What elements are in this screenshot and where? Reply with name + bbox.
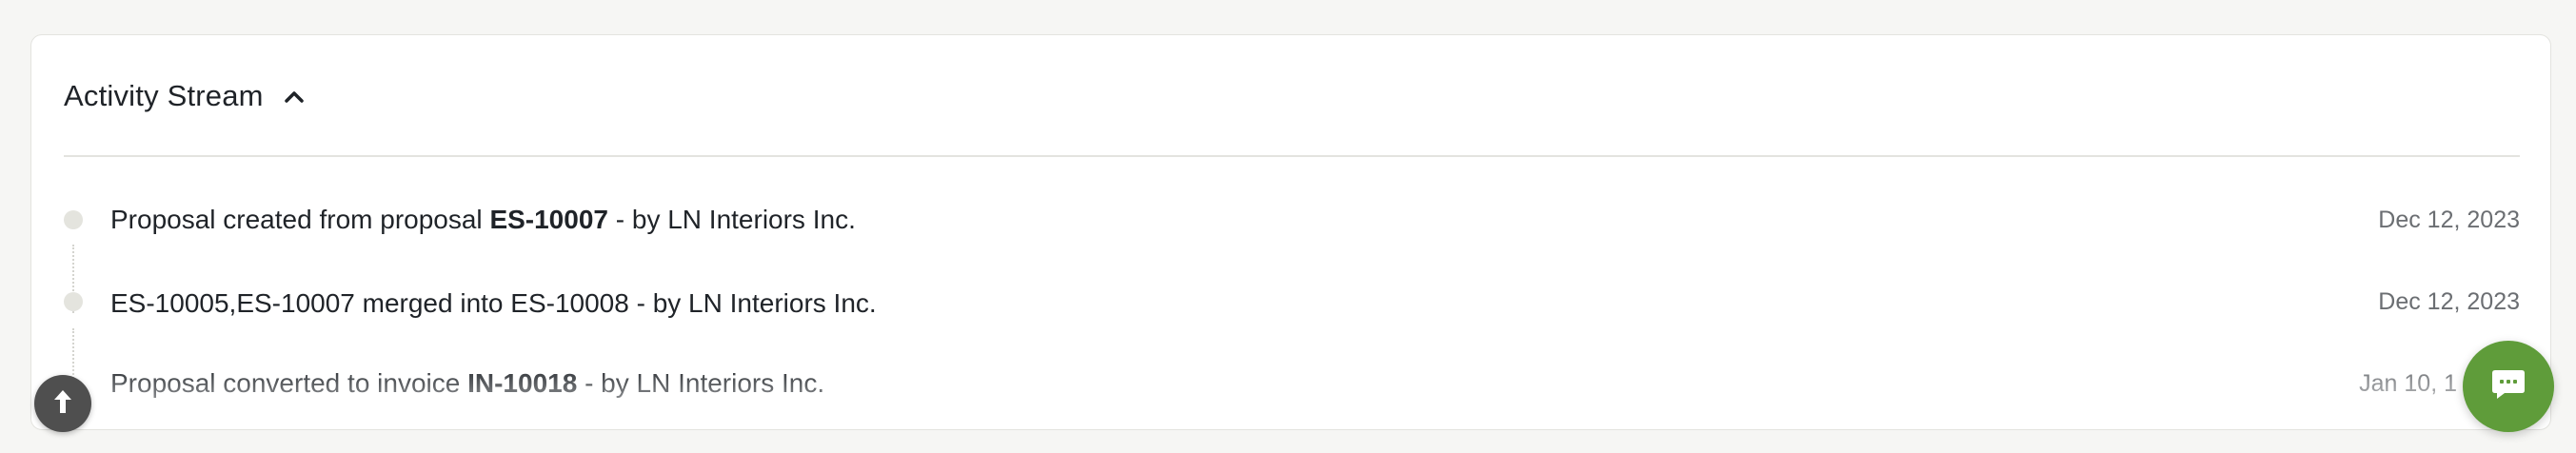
activity-event: Proposal created from proposal ES-10007 … xyxy=(64,191,2520,248)
activity-event-date: Dec 12, 2023 xyxy=(2378,287,2520,315)
activity-event-text: ES-10005,ES-10007 merged into ES-10008 -… xyxy=(110,288,877,318)
timeline-dot xyxy=(64,210,83,229)
activity-timeline: Proposal created from proposal ES-10007 … xyxy=(64,155,2520,429)
chat-bubble-icon xyxy=(2489,367,2527,406)
proposal-reference: ES-10007 xyxy=(489,205,608,234)
activity-event: Proposal converted to invoice IN-10018 -… xyxy=(64,355,2520,412)
activity-event-text: Proposal created from proposal ES-10007 … xyxy=(110,205,856,234)
activity-event-date: Jan 10, 1 xyxy=(2359,369,2457,397)
activity-stream-header[interactable]: Activity Stream xyxy=(64,35,2520,157)
activity-stream-card: Activity Stream Proposal created from pr… xyxy=(30,34,2551,430)
scroll-to-top-button[interactable] xyxy=(34,375,91,432)
activity-event-text: Proposal converted to invoice IN-10018 -… xyxy=(110,368,825,398)
activity-stream-title: Activity Stream xyxy=(64,79,264,112)
chevron-up-icon[interactable] xyxy=(281,84,307,110)
invoice-reference: IN-10018 xyxy=(467,368,578,398)
chat-button[interactable] xyxy=(2463,341,2554,432)
arrow-up-icon xyxy=(50,387,75,421)
activity-event: ES-10005,ES-10007 merged into ES-10008 -… xyxy=(64,273,2520,330)
activity-event-date: Dec 12, 2023 xyxy=(2378,206,2520,233)
timeline-dot xyxy=(64,292,83,311)
